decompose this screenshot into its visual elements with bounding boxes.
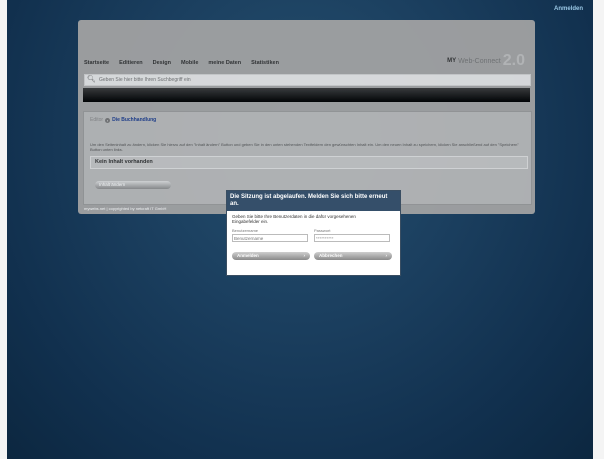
password-label: Passwort — [314, 228, 331, 233]
nav-item-startseite[interactable]: Startseite — [84, 60, 109, 66]
main-nav: Startseite Editieren Design Mobile meine… — [84, 60, 279, 66]
arrow-circle-icon: › — [105, 117, 111, 123]
nav-item-statistiken[interactable]: Statistiken — [251, 60, 279, 66]
dialog-buttons: Anmelden › Abbrechen › — [232, 252, 395, 260]
header-banner — [83, 88, 530, 102]
brand-version: 2.0 — [502, 52, 525, 69]
search-input[interactable] — [99, 76, 499, 83]
browser-viewport: Anmelden Startseite Editieren Design Mob… — [7, 0, 593, 459]
cancel-button[interactable]: Abbrechen › — [314, 252, 392, 260]
brand-my: MY — [447, 58, 457, 64]
search-icon[interactable]: 🔍︎ — [87, 75, 96, 83]
nav-item-meine-daten[interactable]: meine Daten — [208, 60, 241, 66]
username-label: Benutzername — [232, 228, 259, 233]
login-button-label: Anmelden — [237, 253, 259, 258]
brand-name: Web-Connect — [458, 57, 501, 65]
breadcrumb-page: Die Buchhandlung — [112, 117, 157, 123]
chevron-right-icon: › — [385, 253, 388, 258]
empty-content-label: Kein Inhalt vorhanden — [90, 156, 528, 169]
instructions-text: Um den Seiteninhalt zu ändern, klicken S… — [90, 142, 519, 152]
dialog-body: Geben Sie bitte Ihre Benutzerdaten in di… — [227, 211, 400, 263]
nav-item-editieren[interactable]: Editieren — [119, 60, 143, 66]
password-input[interactable] — [314, 234, 390, 242]
cancel-button-label: Abbrechen — [319, 253, 343, 258]
dialog-message: Geben Sie bitte Ihre Benutzerdaten in di… — [232, 214, 356, 224]
dialog-title: Die Sitzung ist abgelaufen. Melden Sie s… — [227, 191, 400, 211]
password-group: Passwort — [314, 228, 390, 242]
footer-text: mywebs.net | copyrighted by netcraft IT … — [84, 206, 167, 211]
session-expired-dialog: Die Sitzung ist abgelaufen. Melden Sie s… — [226, 190, 401, 276]
breadcrumb-root[interactable]: Editor — [90, 117, 103, 123]
app-window: Startseite Editieren Design Mobile meine… — [78, 20, 535, 214]
nav-item-design[interactable]: Design — [153, 60, 171, 66]
breadcrumb: Editor › Die Buchhandlung — [90, 117, 156, 123]
username-group: Benutzername — [232, 228, 308, 242]
credentials-row: Benutzername Passwort — [232, 228, 395, 242]
nav-item-mobile[interactable]: Mobile — [181, 60, 198, 66]
brand-logo: MY Web-Connect 2.0 — [447, 52, 525, 70]
username-input[interactable] — [232, 234, 308, 242]
chevron-right-icon: › — [303, 253, 306, 258]
login-link[interactable]: Anmelden — [554, 6, 583, 12]
search-bar: 🔍︎ — [84, 74, 531, 86]
edit-content-button[interactable]: Inhalt ändern — [95, 181, 171, 189]
login-button[interactable]: Anmelden › — [232, 252, 310, 260]
